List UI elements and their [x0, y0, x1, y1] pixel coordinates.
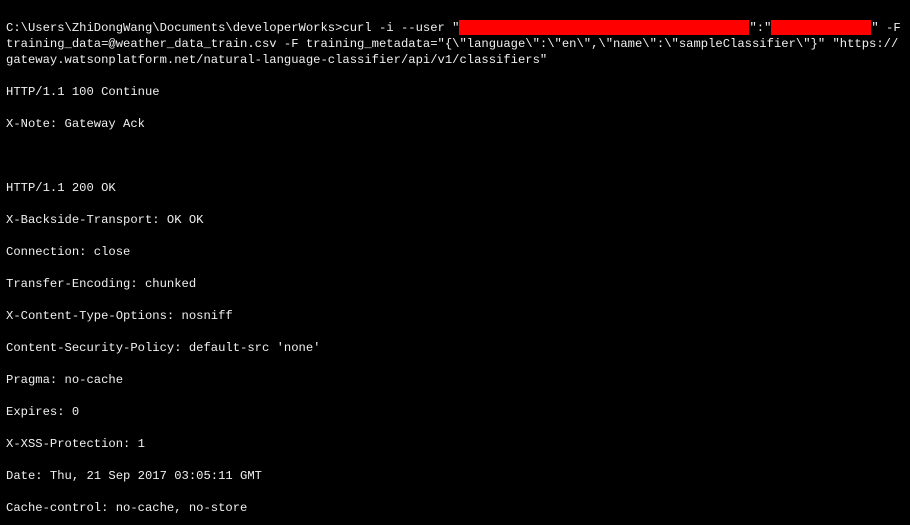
- header-transfer-encoding: Transfer-Encoding: chunked: [6, 276, 904, 292]
- header-expires: Expires: 0: [6, 404, 904, 420]
- header-content-security-policy: Content-Security-Policy: default-src 'no…: [6, 340, 904, 356]
- header-cache-control: Cache-control: no-cache, no-store: [6, 500, 904, 516]
- header-xnote: X-Note: Gateway Ack: [6, 116, 904, 132]
- terminal-output[interactable]: C:\Users\ZhiDongWang\Documents\developer…: [0, 0, 910, 525]
- header-pragma: Pragma: no-cache: [6, 372, 904, 388]
- header-date: Date: Thu, 21 Sep 2017 03:05:11 GMT: [6, 468, 904, 484]
- response-status-200: HTTP/1.1 200 OK: [6, 180, 904, 196]
- header-connection: Connection: close: [6, 244, 904, 260]
- redacted-pass: [771, 20, 871, 35]
- redacted-user: [459, 20, 749, 35]
- header-backside-transport: X-Backside-Transport: OK OK: [6, 212, 904, 228]
- prompt-pre: C:\Users\ZhiDongWang\Documents\developer…: [6, 21, 459, 35]
- prompt-mid: ":": [749, 21, 771, 35]
- header-x-xss-protection: X-XSS-Protection: 1: [6, 436, 904, 452]
- response-status-100: HTTP/1.1 100 Continue: [6, 84, 904, 100]
- command-line: C:\Users\ZhiDongWang\Documents\developer…: [6, 20, 904, 68]
- blank-line: [6, 148, 904, 164]
- header-x-content-type-options: X-Content-Type-Options: nosniff: [6, 308, 904, 324]
